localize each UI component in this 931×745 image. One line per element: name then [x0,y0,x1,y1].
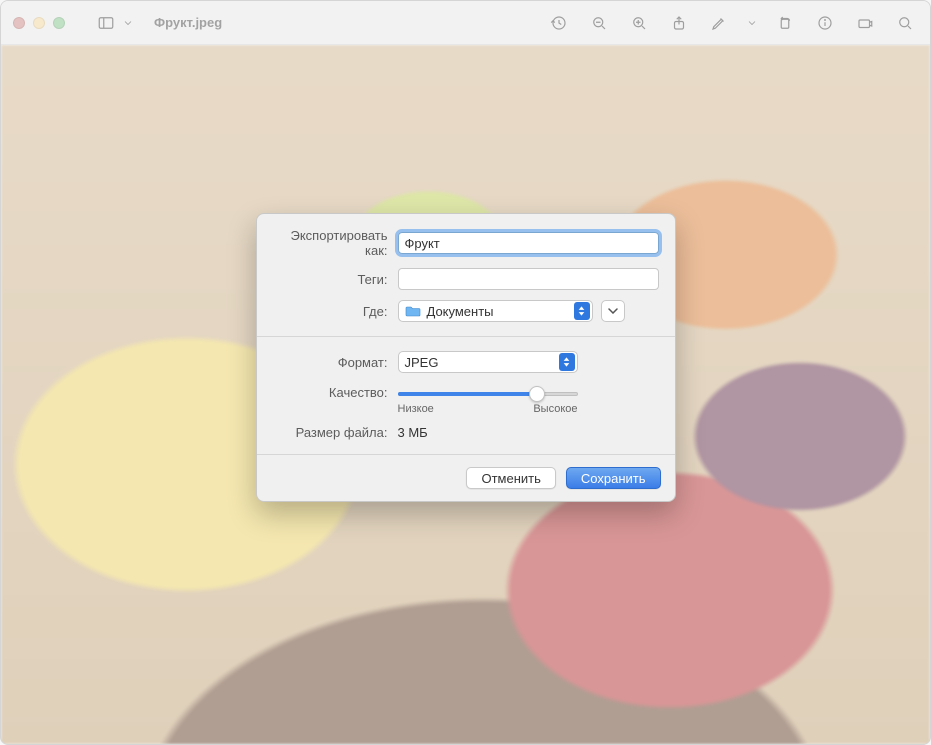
format-value: JPEG [405,355,553,370]
quality-label: Качество: [273,383,388,400]
tags-input[interactable] [398,268,659,290]
slider-fill [398,392,537,396]
slider-range-labels: Низкое Высокое [398,403,578,415]
export-as-label: Экспортировать как: [273,228,388,258]
updown-icon [574,302,590,320]
where-label: Где: [273,304,388,319]
filesize-label: Размер файла: [273,425,388,440]
export-filename-input[interactable] [398,232,659,254]
tags-label: Теги: [273,272,388,287]
cancel-button[interactable]: Отменить [466,467,555,489]
filesize-value: 3 МБ [398,425,428,440]
dialog-footer: Отменить Сохранить [257,455,675,501]
quality-high-label: Высокое [533,403,577,415]
updown-icon [559,353,575,371]
quality-slider[interactable] [398,385,578,403]
where-select[interactable]: Документы [398,300,593,322]
app-window: Фрукт.jpeg [0,0,931,745]
format-label: Формат: [273,355,388,370]
export-dialog: Экспортировать как: Теги: Где: [256,213,676,502]
slider-knob[interactable] [529,386,545,402]
quality-low-label: Низкое [398,403,434,415]
save-button[interactable]: Сохранить [566,467,661,489]
disclosure-button[interactable] [601,300,625,322]
where-value: Документы [427,304,568,319]
folder-icon [405,305,421,317]
format-select[interactable]: JPEG [398,351,578,373]
